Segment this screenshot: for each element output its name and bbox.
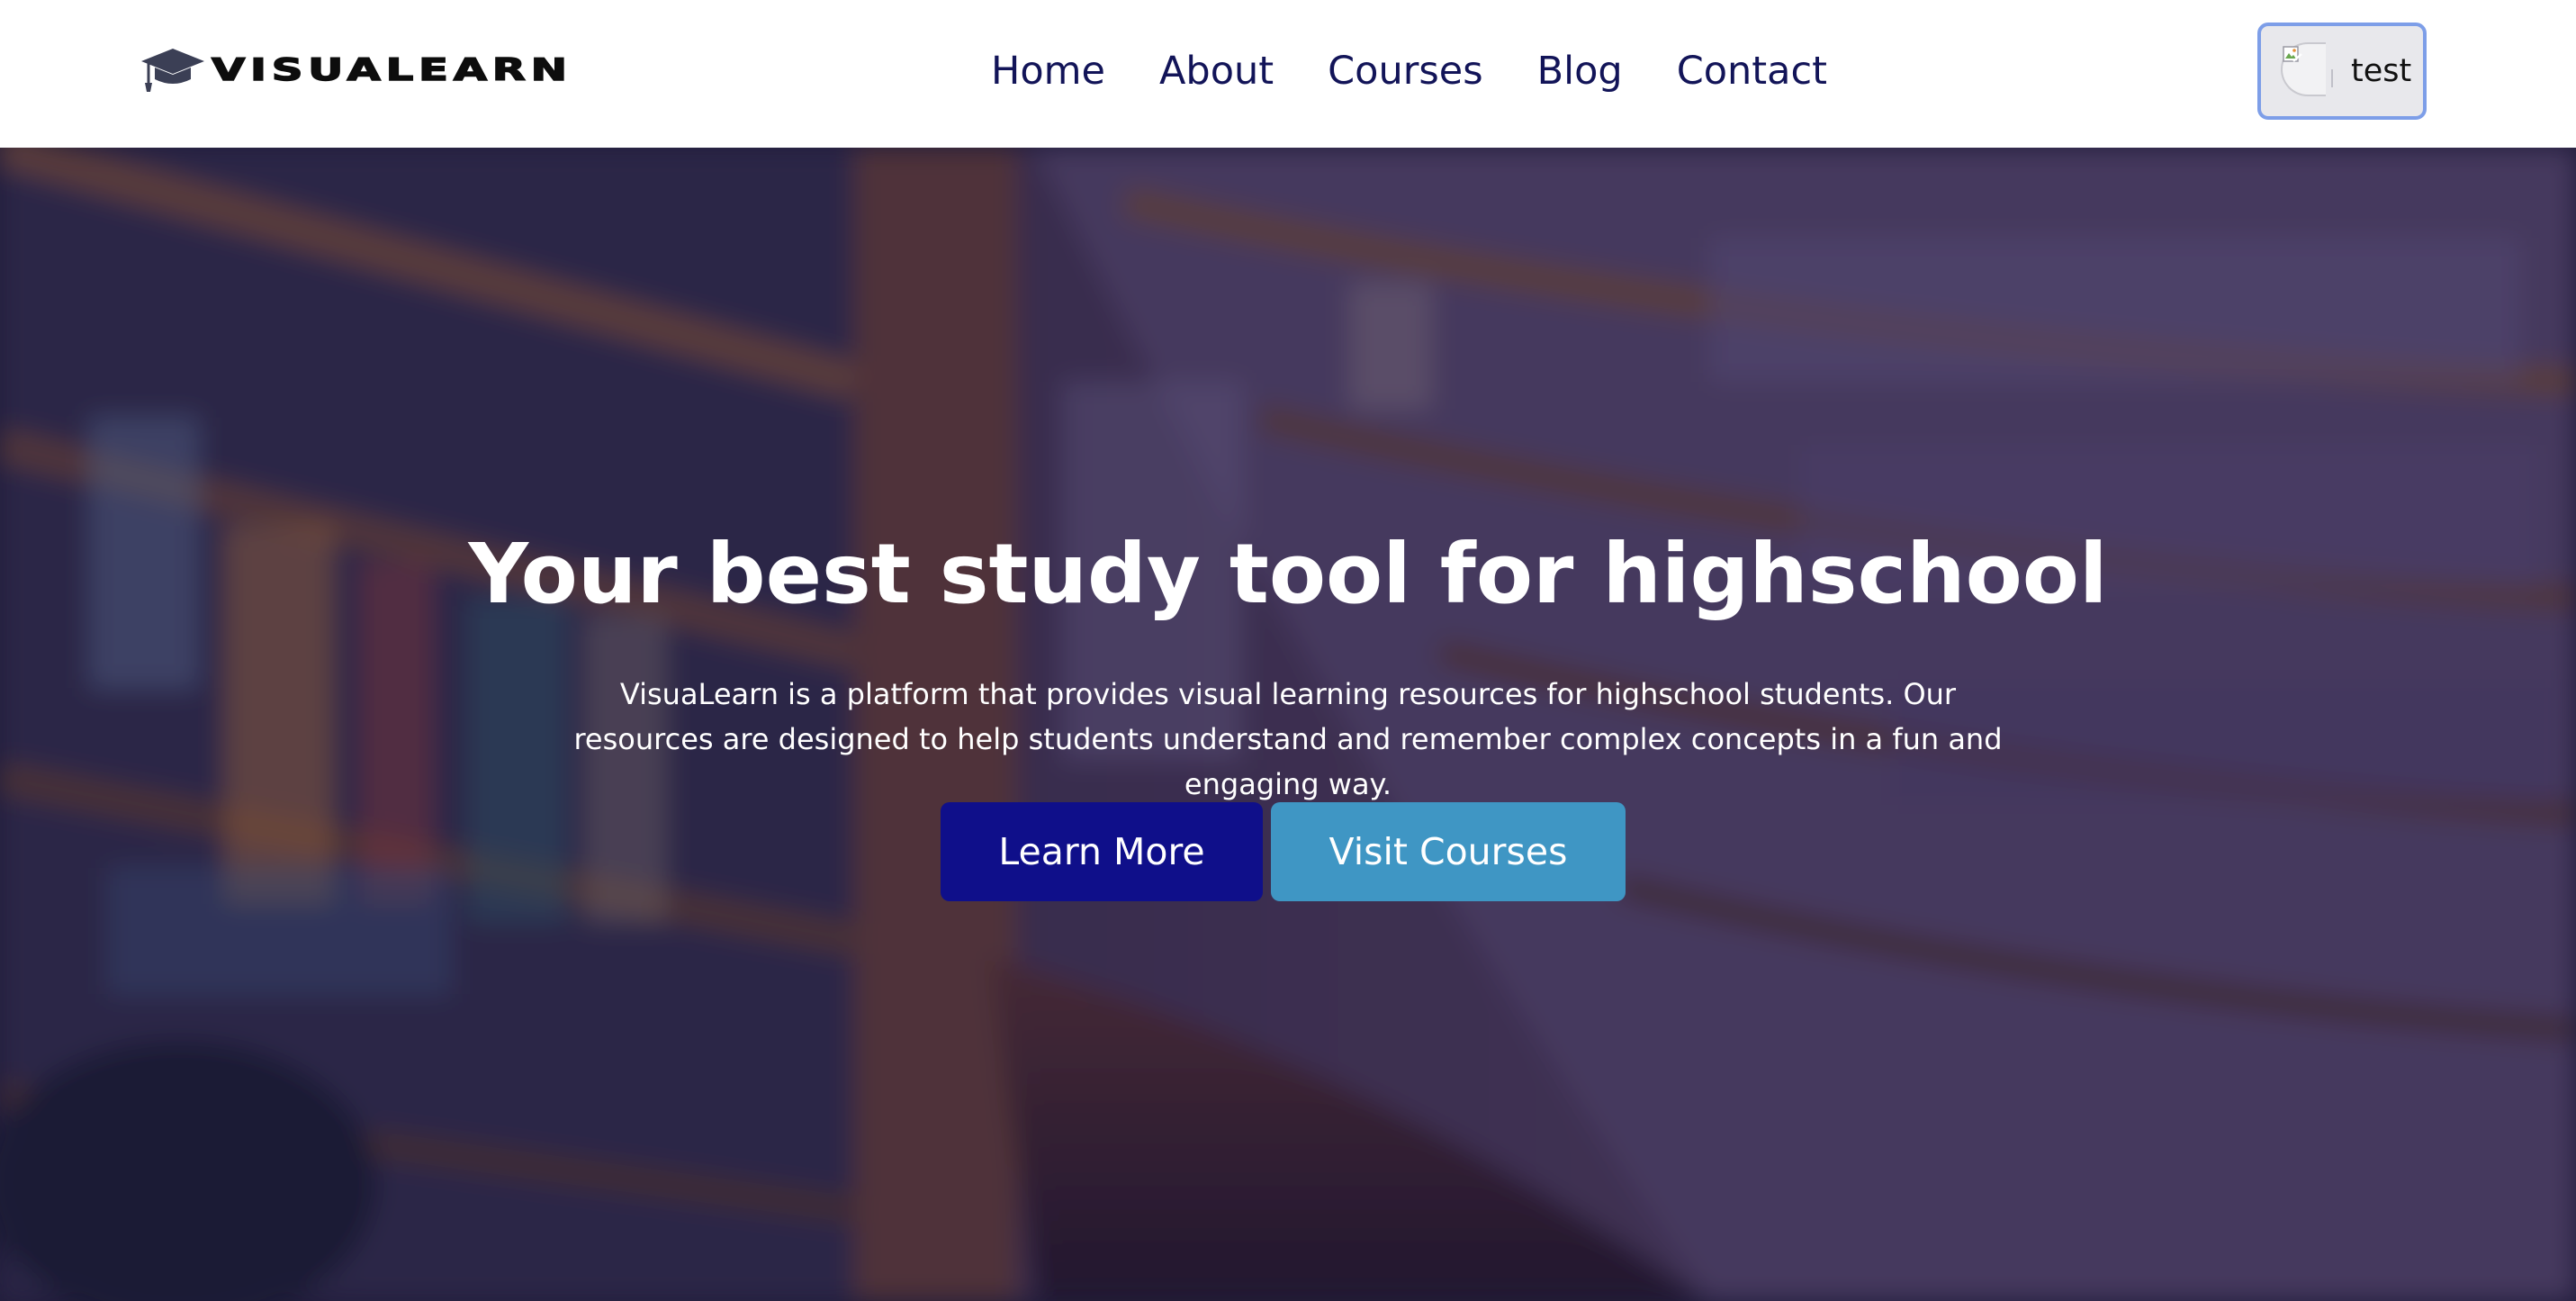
user-name: test [2351, 53, 2412, 89]
nav-link-home[interactable]: Home [991, 49, 1105, 94]
visit-courses-button[interactable]: Visit Courses [1271, 802, 1626, 901]
navbar: VISUALEARN Home About Courses Blog Conta… [0, 0, 2576, 148]
nav-link-courses[interactable]: Courses [1328, 49, 1483, 94]
hero-section: Your best study tool for highschool Visu… [0, 148, 2576, 1301]
avatar-divider [2331, 69, 2333, 87]
user-menu-button[interactable]: test [2257, 23, 2427, 120]
brand-name: VISUALEARN [211, 51, 572, 88]
learn-more-button[interactable]: Learn More [941, 802, 1263, 901]
nav-link-blog[interactable]: Blog [1537, 49, 1623, 94]
avatar [2281, 42, 2333, 100]
hero-content: Your best study tool for highschool Visu… [0, 148, 2576, 1301]
brand-logo[interactable]: VISUALEARN [140, 45, 568, 95]
nav-link-contact[interactable]: Contact [1677, 49, 1827, 94]
graduation-cap-icon [141, 49, 204, 92]
hero-title: Your best study tool for highschool [468, 526, 2108, 622]
hero-description: VisuaLearn is a platform that provides v… [573, 677, 2003, 801]
main-nav: Home About Courses Blog Contact [991, 43, 1827, 99]
nav-link-about[interactable]: About [1159, 49, 1274, 94]
broken-image-icon [2283, 46, 2302, 62]
